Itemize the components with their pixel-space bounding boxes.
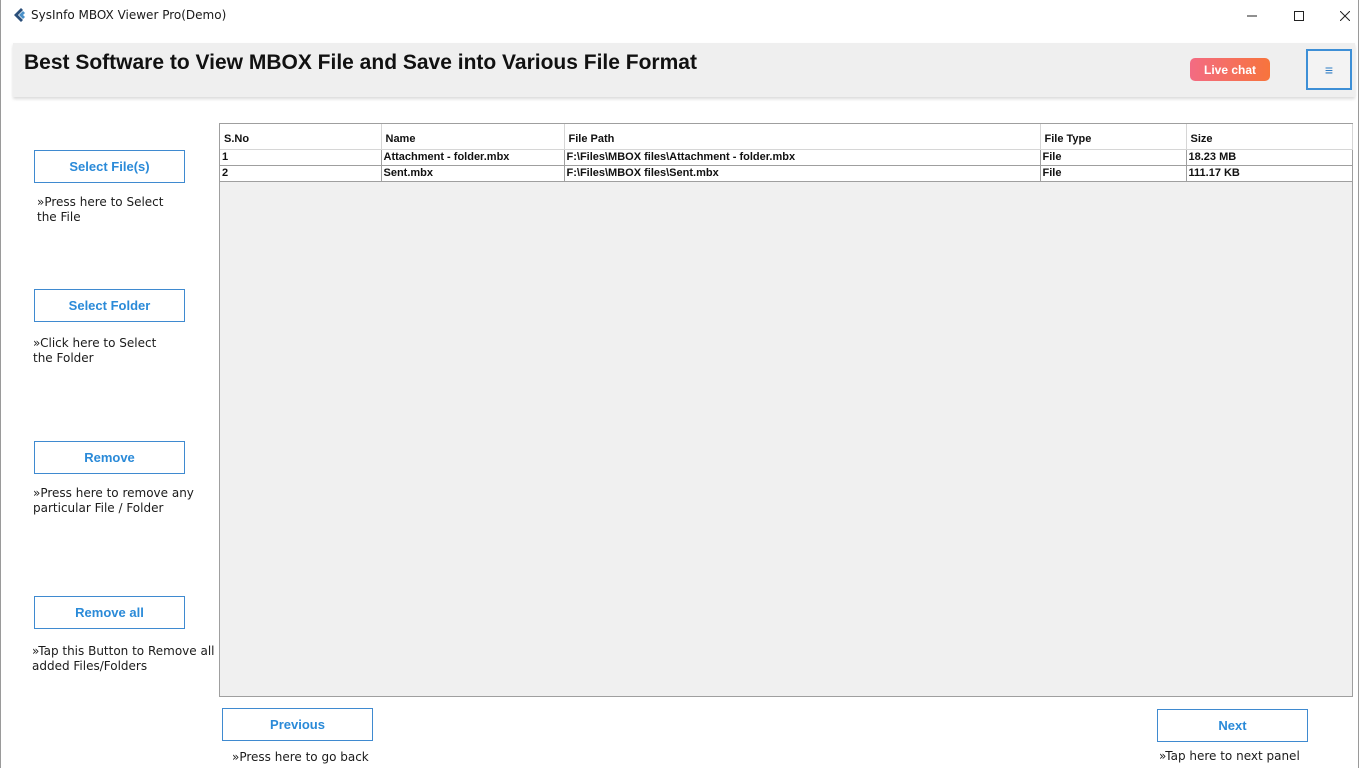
sysinfo-logo-icon (11, 7, 27, 23)
select-folder-hint-line1: »Click here to Select (33, 336, 157, 350)
page-title: Best Software to View MBOX File and Save… (24, 51, 697, 74)
table-row[interactable]: 1 Attachment - folder.mbx F:\Files\MBOX … (220, 149, 1353, 166)
remove-button[interactable]: Remove (34, 441, 185, 474)
cell-sno: 2 (220, 165, 382, 182)
app-window: SysInfo MBOX Viewer Pro(Demo) Best Softw… (0, 0, 1359, 768)
cell-sno: 1 (220, 149, 382, 166)
minimize-icon[interactable] (1229, 0, 1275, 32)
column-header-size[interactable]: Size (1186, 124, 1353, 150)
cell-file-path: F:\Files\MBOX files\Sent.mbx (564, 165, 1041, 182)
remove-hint: »Press here to remove any particular Fil… (33, 486, 194, 516)
select-files-hint-line1: »Press here to Select (37, 195, 164, 209)
remove-hint-line1: »Press here to remove any (33, 486, 194, 500)
remove-all-button[interactable]: Remove all (34, 596, 185, 629)
maximize-icon[interactable] (1276, 0, 1322, 32)
cell-file-type: File (1040, 149, 1187, 166)
title-bar[interactable]: SysInfo MBOX Viewer Pro(Demo) (1, 0, 1358, 32)
select-files-hint-line2: the File (37, 210, 81, 224)
column-header-file-type[interactable]: File Type (1040, 124, 1187, 150)
hamburger-menu-button[interactable]: ≡ (1306, 49, 1352, 90)
column-header-name[interactable]: Name (381, 124, 565, 150)
window-title: SysInfo MBOX Viewer Pro(Demo) (31, 8, 227, 22)
next-hint: »Tap here to next panel (1159, 749, 1300, 763)
column-header-sno[interactable]: S.No (220, 124, 382, 150)
table-header-row: S.No Name File Path File Type Size (220, 124, 1353, 150)
select-files-button[interactable]: Select File(s) (34, 150, 185, 183)
live-chat-button[interactable]: Live chat (1190, 58, 1270, 81)
column-header-file-path[interactable]: File Path (564, 124, 1041, 150)
previous-hint: »Press here to go back (232, 750, 369, 764)
cell-size: 18.23 MB (1186, 149, 1353, 166)
remove-hint-line2: particular File / Folder (33, 501, 164, 515)
cell-size: 111.17 KB (1186, 165, 1353, 182)
cell-file-path: F:\Files\MBOX files\Attachment - folder.… (564, 149, 1041, 166)
table-row[interactable]: 2 Sent.mbx F:\Files\MBOX files\Sent.mbx … (220, 165, 1353, 182)
file-list-grid[interactable]: S.No Name File Path File Type Size 1 Att… (219, 123, 1353, 697)
header-banner: Best Software to View MBOX File and Save… (13, 43, 1355, 97)
remove-all-hint-line2: added Files/Folders (32, 659, 148, 673)
close-icon[interactable] (1322, 0, 1359, 32)
remove-all-hint: »Tap this Button to Remove all added Fil… (32, 644, 214, 674)
next-button[interactable]: Next (1157, 709, 1308, 742)
select-folder-hint: »Click here to Select the Folder (33, 336, 156, 366)
file-table: S.No Name File Path File Type Size 1 Att… (220, 124, 1353, 182)
hamburger-menu-icon: ≡ (1324, 61, 1334, 78)
select-files-hint: »Press here to Select the File (37, 195, 163, 225)
remove-all-hint-line1: »Tap this Button to Remove all (32, 644, 215, 658)
cell-file-type: File (1040, 165, 1187, 182)
cell-name: Sent.mbx (381, 165, 565, 182)
select-folder-button[interactable]: Select Folder (34, 289, 185, 322)
previous-button[interactable]: Previous (222, 708, 373, 741)
select-folder-hint-line2: the Folder (33, 351, 94, 365)
cell-name: Attachment - folder.mbx (381, 149, 565, 166)
